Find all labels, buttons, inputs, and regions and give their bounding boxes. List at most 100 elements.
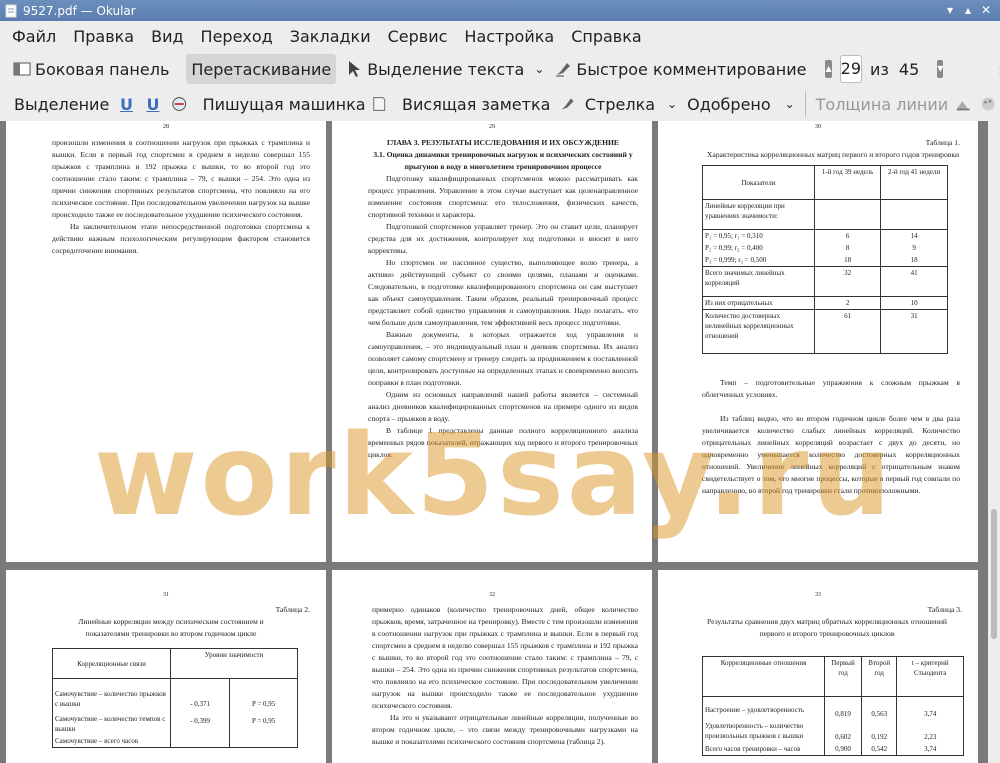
sidebar-icon [13, 62, 31, 76]
table-cell [813, 199, 882, 230]
typewriter-tool[interactable]: Пишущая машинка [198, 89, 371, 119]
table-cell: P₂ = 0,99; r₂ = 0,400 [702, 242, 815, 254]
text-select-button[interactable]: Выделение текста ⌄ [340, 54, 549, 84]
table-row: Из них отрицательных 2 10 [702, 296, 948, 310]
selection-tool[interactable]: Выделение [9, 89, 114, 119]
page-number: 29 [489, 124, 495, 130]
menu-edit[interactable]: Правка [73, 27, 134, 46]
palette-icon[interactable] [980, 95, 996, 113]
table-header: Корреляционные отношения [702, 656, 825, 697]
page-33: 33 Таблица 3. Результаты сравнения двух … [658, 570, 978, 763]
table-header: t – критерий Стьюдента [896, 656, 964, 697]
close-icon[interactable]: ✕ [978, 2, 994, 18]
table-cell: 0,563 [860, 696, 898, 720]
line-width-tool[interactable]: Толщина линии [811, 89, 954, 119]
table-cell: Самочувствие – количество прыжков с вышк… [52, 678, 171, 710]
page-text: примерно одинаков (количество тренировоч… [372, 604, 638, 748]
menu-file[interactable]: Файл [12, 27, 56, 46]
arrow-tool[interactable]: Стрелка ⌄ [580, 89, 682, 119]
vertical-scrollbar[interactable] [988, 121, 1000, 763]
drag-mode-button[interactable]: Перетаскивание [186, 54, 337, 84]
table-cell: 6 [813, 229, 882, 242]
table-caption: Результаты сравнения двух матриц обратны… [707, 617, 947, 638]
annotation-toolbar: Выделение U U Пишущая машинка Висящая за… [0, 87, 1000, 121]
document-view[interactable]: 28 произошли изменения в соотношении наг… [0, 121, 988, 763]
table-cell: 18 [880, 254, 948, 267]
main-toolbar: Боковая панель Перетаскивание Выделение … [0, 52, 1000, 86]
table-cell: 0,602 [824, 720, 862, 743]
paragraph: примерно одинаков (количество тренировоч… [372, 605, 638, 710]
window-title: 9527.pdf — Okular [23, 3, 136, 18]
paragraph: Из таблиц видно, что во втором годичном … [702, 414, 960, 495]
page-31: 31 Таблица 2. Линейные корреляции между … [6, 570, 326, 763]
cursor-icon [349, 61, 361, 77]
menu-bookmarks[interactable]: Закладки [290, 27, 371, 46]
table-row: Самочувствие – количество прыжков с вышк… [52, 678, 298, 710]
note-icon [372, 97, 385, 111]
chevron-down-icon[interactable]: ⌄ [785, 97, 795, 111]
paragraph: Подготовку квалифицированных спортсменов… [368, 174, 638, 219]
table-cell: Всего значимых линейных корреляций [702, 266, 815, 297]
text-select-label: Выделение текста [367, 59, 525, 79]
scrollbar-thumb[interactable] [991, 509, 997, 639]
table-label: Таблица 2. [275, 605, 310, 614]
page-up-icon[interactable]: ▲ [825, 60, 832, 78]
chevron-down-icon[interactable]: ⌄ [534, 62, 544, 76]
table-note: Темп – подготовительные упражнения к сло… [702, 378, 960, 399]
page-29: 29 ГЛАВА 3. РЕЗУЛЬТАТЫ ИССЛЕДОВАНИЯ И ИХ… [332, 121, 652, 562]
page-number: 33 [815, 592, 821, 598]
paragraph: Подготовкой спортсменов управляет тренер… [368, 222, 638, 255]
page-number: 28 [163, 124, 169, 130]
selection-label: Выделение [14, 94, 110, 114]
sidebar-button[interactable]: Боковая панель [8, 54, 174, 84]
menu-tools[interactable]: Сервис [388, 27, 448, 46]
paragraph: Но спортсмен не пассивное существо, выпо… [368, 258, 638, 327]
table-cell: 9 [880, 242, 948, 254]
menu-bar: Файл Правка Вид Переход Закладки Сервис … [0, 22, 1000, 50]
page-number: 30 [815, 124, 821, 130]
typewriter-label: Пишущая машинка [202, 94, 366, 114]
table-cell: Линейные корреляции при уравнениях значи… [702, 199, 815, 230]
maximize-icon[interactable]: ▴ [960, 2, 976, 18]
separator [804, 91, 806, 117]
table-header: Корреляционные связи [52, 648, 171, 679]
table-row: P₃ = 0,999; r₃ = 0,500 18 18 [702, 254, 948, 267]
table-row: P₂ = 0,99; r₂ = 0,400 8 9 [702, 242, 948, 254]
page-total: 45 [898, 59, 920, 79]
paragraph: В таблице 1 представлены данные полного … [368, 426, 638, 459]
quick-comment-button[interactable]: Быстрое комментирование [549, 54, 811, 84]
popup-note-tool[interactable]: Висящая заметка [397, 89, 555, 119]
table-cell [169, 735, 231, 748]
underline-icon[interactable]: U [118, 95, 134, 114]
minimize-icon[interactable]: ▾ [942, 2, 958, 18]
menu-view[interactable]: Вид [151, 27, 183, 46]
table-cell: 41 [880, 266, 948, 297]
menu-help[interactable]: Справка [571, 27, 642, 46]
color-icon[interactable] [955, 95, 971, 113]
page-text: произошли изменения в соотношении нагруз… [52, 137, 310, 257]
table-cell: 18 [813, 254, 882, 267]
chevron-down-icon[interactable]: ⌄ [667, 97, 677, 111]
strikeout-icon[interactable] [171, 95, 187, 113]
table-row: Всего значимых линейных корреляций 32 41 [702, 266, 948, 297]
page-28: 28 произошли изменения в соотношении наг… [6, 121, 326, 562]
squiggle-icon[interactable]: U [145, 95, 161, 114]
highlighter-icon [556, 63, 571, 77]
menu-settings[interactable]: Настройка [464, 27, 554, 46]
table-cell: - 0,399 [169, 710, 231, 735]
table-cell: Самочувствие – всего часов [52, 735, 171, 748]
table-caption: Линейные корреляции между психическим со… [78, 617, 264, 638]
table-cell: Настроение – удовлетворенность [702, 696, 825, 720]
table-cell: 2,23 [896, 720, 964, 743]
page-32: 32 примерно одинаков (количество трениро… [332, 570, 652, 763]
drag-mode-label: Перетаскивание [191, 59, 332, 79]
table-header: 2-й год 41 недели [880, 165, 948, 200]
table-cell: Самочувствие – количество темпов с вышки [52, 710, 171, 735]
page-down-icon[interactable]: ▼ [937, 60, 944, 78]
menu-go[interactable]: Переход [201, 27, 273, 46]
table-cell: - 0,371 [169, 678, 231, 710]
table-cell: 31 [880, 309, 948, 354]
page-number-input[interactable]: 29 [839, 55, 862, 83]
stamp-tool[interactable]: Одобрено ⌄ [682, 89, 800, 119]
table-cell: P₃ = 0,999; r₃ = 0,500 [702, 254, 815, 267]
